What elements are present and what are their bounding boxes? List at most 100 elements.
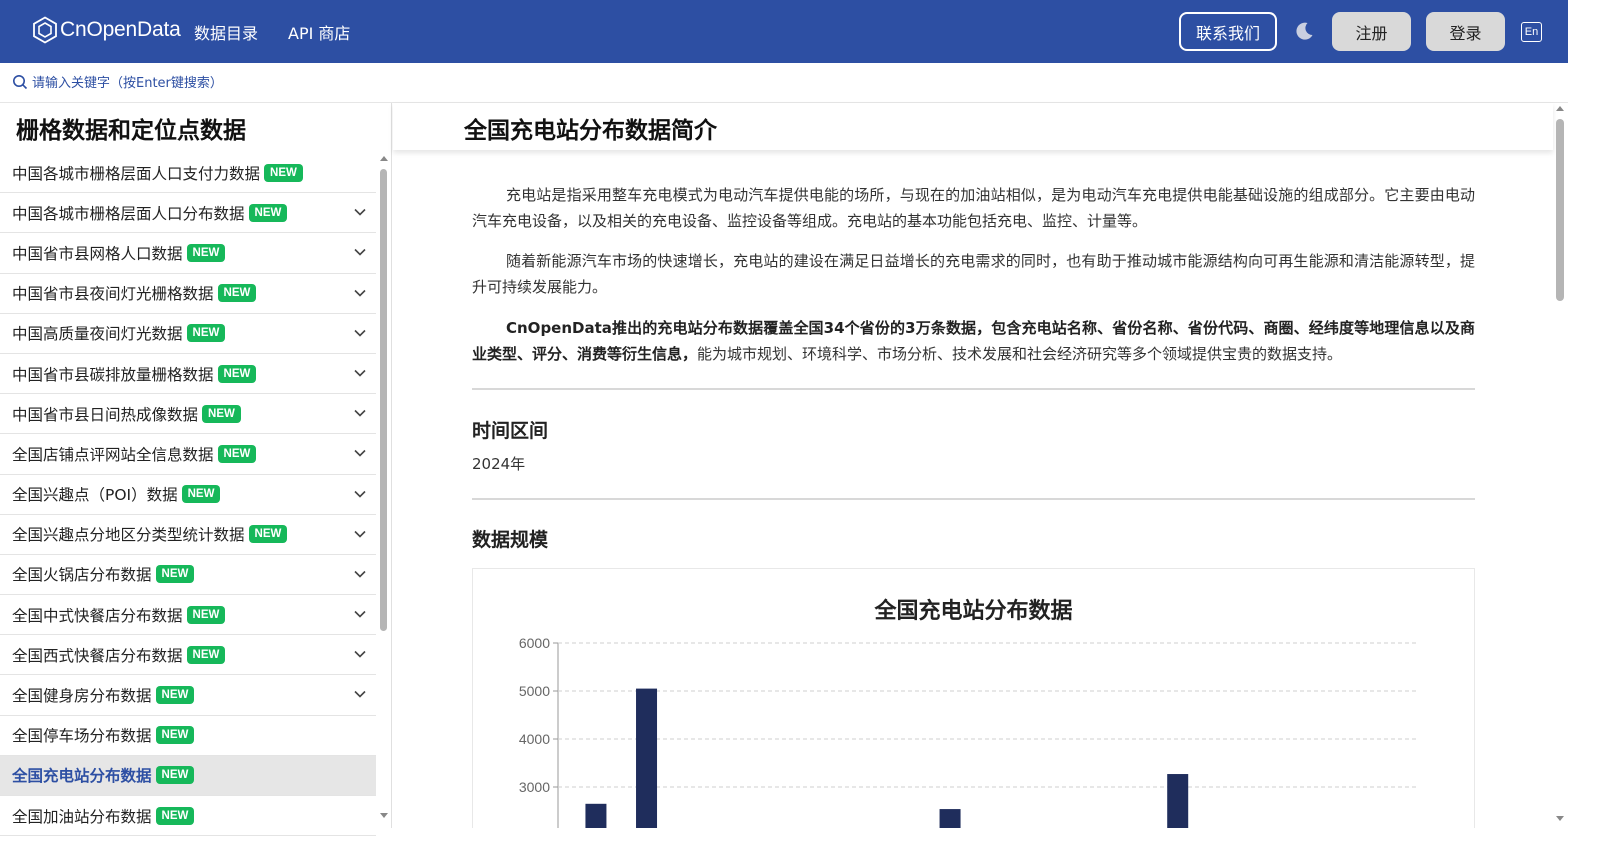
new-badge: NEW [155,806,195,825]
nav-api-store[interactable]: API 商店 [288,20,350,44]
sidebar-item-label: 全国中式快餐店分布数据 [12,606,183,625]
login-button[interactable]: 登录 [1426,12,1505,51]
sidebar-item[interactable]: 中国省市县夜间灯光栅格数据 NEW [0,274,376,314]
sidebar-item[interactable]: 全国火锅店分布数据 NEW [0,555,376,596]
chevron-down-icon[interactable] [354,690,366,699]
chevron-down-icon[interactable] [354,369,366,377]
bar[interactable] [636,688,658,828]
sidebar-item[interactable]: 中国高质量夜间灯光数据 NEW [0,314,376,354]
sidebar-item-label: 中国高质量夜间灯光数据 [12,325,183,344]
sidebar-item[interactable]: 中国省市县网格人口数据 NEW [0,233,376,274]
page-scrollbar[interactable] [1553,103,1568,828]
sidebar-item[interactable]: 中国省市县日间热成像数据 NEW [0,394,376,435]
sidebar-item[interactable]: 全国加油站分布数据 NEW [0,796,376,837]
new-badge: NEW [186,645,226,664]
new-badge: NEW [264,163,303,182]
divider [472,388,1475,390]
sidebar-item[interactable]: 中国省市县碳排放量栅格数据 NEW [0,354,376,395]
time-range-title: 时间区间 [472,420,549,442]
sidebar-item-label: 全国店铺点评网站全信息数据 [12,445,214,464]
divider [472,498,1475,500]
sidebar-item-label: 全国停车场分布数据 [12,727,152,746]
sidebar-item-label: 中国省市县网格人口数据 [12,244,183,263]
bar-chart: 6000 5000 4000 3000 [519,635,1418,828]
sidebar-item-label: 中国省市县日间热成像数据 [12,405,199,424]
sidebar-item-label: 全国西式快餐店分布数据 [12,646,183,665]
top-navbar: CnOpenData 数据目录 API 商店 联系我们 注册 登录 En [0,0,1568,63]
new-badge: NEW [217,284,257,303]
chevron-down-icon[interactable] [354,570,366,578]
sidebar-item[interactable]: 全国健身房分布数据 NEW [0,675,376,716]
data-scale-title: 数据规模 [472,529,549,551]
sidebar-item[interactable]: 中国各城市栅格层面人口分布数据 NEW [0,193,376,234]
sidebar-item-label: 全国兴趣点（POI）数据 [12,486,178,505]
new-badge: NEW [217,364,257,383]
sidebar-item[interactable]: 全国充电站分布数据 NEW [0,755,376,796]
new-badge: NEW [248,203,288,222]
sidebar-scrollbar[interactable] [378,153,390,828]
sidebar-item[interactable]: 全国兴趣点（POI）数据 NEW [0,475,376,515]
new-badge: NEW [186,605,226,624]
contact-us-button[interactable]: 联系我们 [1179,12,1277,51]
chevron-down-icon[interactable] [354,248,366,257]
new-badge: NEW [155,726,195,745]
new-badge: NEW [155,565,195,584]
sidebar-item-label: 中国各城市栅格层面人口分布数据 [12,204,245,223]
y-tick-label: 5000 [519,683,550,699]
bar[interactable] [585,803,607,828]
sidebar-list: 中国各城市栅格层面人口支付力数据 NEW 中国各城市栅格层面人口分布数据 NEW 中国省… [0,153,376,837]
chevron-down-icon[interactable] [354,208,366,216]
chevron-down-icon[interactable] [354,289,366,297]
register-button[interactable]: 注册 [1332,12,1411,51]
sidebar-item[interactable]: 中国各城市栅格层面人口支付力数据 NEW [0,153,376,194]
sidebar-scroll-thumb[interactable] [380,169,387,631]
intro-paragraph-2: 随着新能源汽车市场的快速增长，充电站的建设在满足日益增长的充电需求的同时，也有助… [472,252,1475,296]
sidebar-item[interactable]: 全国西式快餐店分布数据 NEW [0,635,376,676]
sidebar-item[interactable]: 全国店铺点评网站全信息数据 NEW [0,434,376,475]
hexagon-logo-icon [33,16,57,44]
language-toggle[interactable]: En [1521,22,1542,42]
chevron-down-icon[interactable] [354,650,366,658]
new-badge: NEW [155,686,195,705]
scroll-down-arrow-icon[interactable] [380,813,388,818]
y-tick-label: 3000 [519,779,550,795]
new-badge: NEW [202,404,241,423]
intro-paragraph-3-rest: 能为城市规划、环境科学、市场分析、技术发展和社会经济研究等多个领域提供宝贵的数据… [697,345,1343,363]
sidebar-item-label: 全国健身房分布数据 [12,687,152,706]
chevron-down-icon[interactable] [354,530,366,538]
intro-paragraph-1: 充电站是指采用整车充电模式为电动汽车提供电能的场所，与现在的加油站相似，是为电动… [472,186,1475,230]
moon-icon[interactable] [1293,20,1315,42]
chevron-down-icon[interactable] [354,490,366,498]
search-input[interactable] [32,72,432,94]
sidebar-item-label: 全国充电站分布数据 [12,767,152,786]
chevron-down-icon[interactable] [354,329,366,337]
search-icon [13,75,28,90]
scroll-up-arrow-icon[interactable] [1556,106,1564,111]
sidebar-item-label: 中国各城市栅格层面人口支付力数据 [12,164,261,183]
sidebar-item[interactable]: 全国兴趣点分地区分类型统计数据 NEW [0,515,376,555]
bar[interactable] [1167,774,1189,828]
sidebar-item-label: 中国省市县夜间灯光栅格数据 [12,285,214,304]
search-bar [0,63,1568,103]
sidebar-item-label: 全国加油站分布数据 [12,807,152,826]
chevron-down-icon[interactable] [354,449,366,457]
sidebar-title: 栅格数据和定位点数据 [16,118,246,144]
new-badge: NEW [248,525,288,544]
sidebar-item-label: 全国兴趣点分地区分类型统计数据 [12,526,245,545]
sidebar-item[interactable]: 全国停车场分布数据 NEW [0,716,376,756]
new-badge: NEW [186,243,226,262]
nav-data-catalog[interactable]: 数据目录 [194,20,258,44]
intro-paragraph-3: CnOpenData推出的充电站分布数据覆盖全国34个省份的3万条数据，包含充电… [472,315,1475,367]
scroll-up-arrow-icon[interactable] [380,156,388,161]
bar[interactable] [939,809,961,828]
scroll-down-arrow-icon[interactable] [1556,816,1564,821]
brand-logo[interactable]: CnOpenData [32,16,181,44]
chevron-down-icon[interactable] [354,409,366,417]
new-badge: NEW [155,766,195,785]
chevron-down-icon[interactable] [354,610,366,618]
page-scroll-thumb[interactable] [1556,119,1564,301]
new-badge: NEW [186,324,226,343]
y-tick-label: 4000 [519,731,550,747]
sidebar-item[interactable]: 全国中式快餐店分布数据 NEW [0,595,376,636]
chart-container: 全国充电站分布数据 6000 5000 4000 3000 [472,568,1475,828]
